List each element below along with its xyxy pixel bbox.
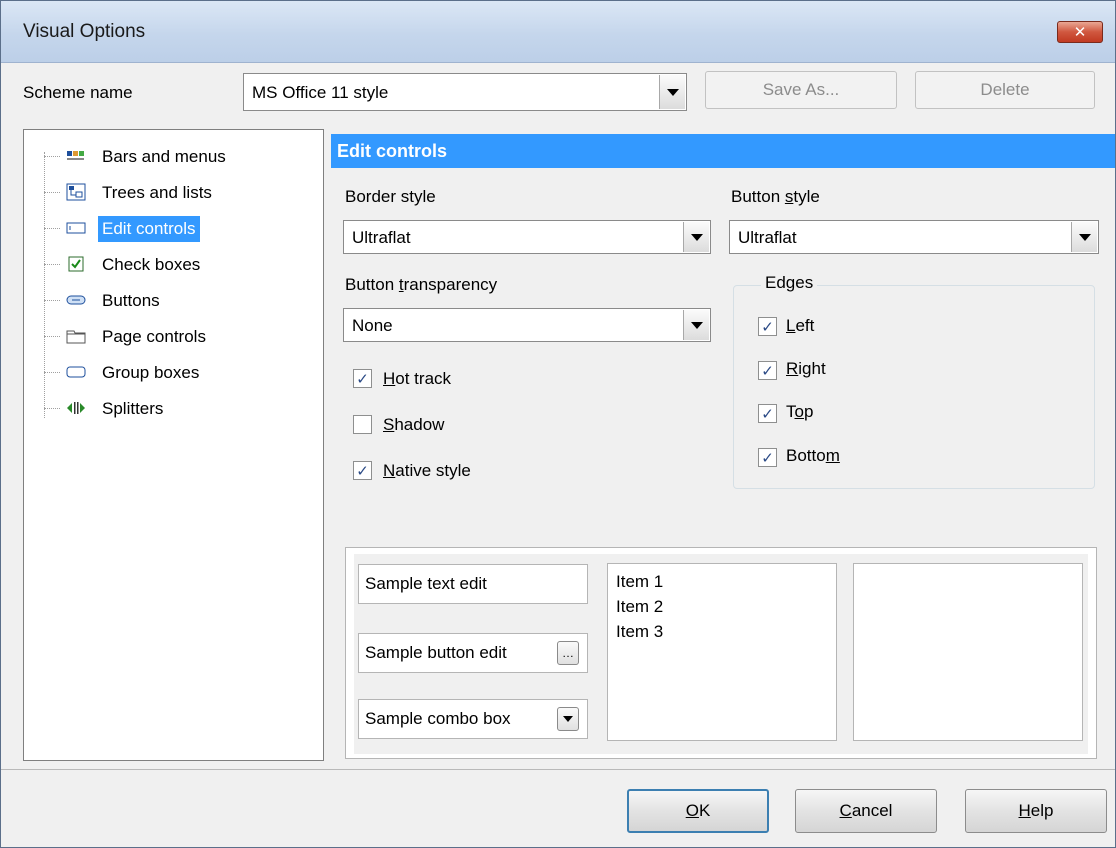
- left-edge-label: Left: [786, 316, 815, 335]
- cancel-button[interactable]: Cancel: [795, 789, 937, 833]
- trees-lists-icon: [66, 183, 86, 201]
- sample-text-edit[interactable]: Sample text edit: [358, 564, 588, 604]
- tree-item-label: Buttons: [102, 291, 160, 310]
- chevron-down-icon[interactable]: [683, 222, 709, 252]
- scheme-name-value: MS Office 11 style: [252, 83, 389, 102]
- sample-empty-box[interactable]: [853, 563, 1083, 741]
- tree-item-label: Trees and lists: [102, 183, 212, 202]
- ok-label: OK: [685, 801, 711, 820]
- visual-options-dialog: Visual Options ✕ Scheme name MS Office 1…: [0, 0, 1116, 848]
- ellipsis-icon: …: [562, 646, 574, 660]
- help-button[interactable]: Help: [965, 789, 1107, 833]
- bars-menus-icon: [66, 147, 86, 165]
- shadow-label: Shadow: [383, 415, 445, 434]
- chevron-down-icon[interactable]: [683, 310, 709, 340]
- border-style-combo[interactable]: Ultraflat: [343, 220, 711, 254]
- button-style-value: Ultraflat: [738, 228, 797, 247]
- button-transparency-label: Button transparency: [345, 275, 498, 294]
- delete-label: Delete: [980, 80, 1030, 99]
- top-edge-checkbox[interactable]: ✓: [758, 404, 777, 423]
- delete-button[interactable]: Delete: [915, 71, 1095, 109]
- sample-list-box[interactable]: Item 1 Item 2 Item 3: [607, 563, 837, 741]
- save-as-label: Save As...: [762, 80, 840, 99]
- tree-item-label: Group boxes: [102, 363, 200, 382]
- right-edge-checkbox[interactable]: ✓: [758, 361, 777, 380]
- folder-tab-icon: [66, 327, 86, 345]
- right-edge-label: Right: [786, 359, 826, 378]
- checkmark-icon: ✓: [356, 462, 369, 480]
- list-item[interactable]: Item 1: [616, 572, 663, 592]
- top-edge-label: Top: [786, 402, 814, 421]
- native-style-checkbox[interactable]: ✓: [353, 461, 372, 480]
- button-style-combo[interactable]: Ultraflat: [729, 220, 1099, 254]
- tree-item-label: Splitters: [102, 399, 164, 418]
- window-title: Visual Options: [23, 21, 146, 42]
- sample-combo-box-value: Sample combo box: [365, 709, 511, 728]
- footer-divider: [1, 769, 1115, 770]
- hot-track-checkbox[interactable]: ✓: [353, 369, 372, 388]
- splitter-icon: [66, 399, 86, 417]
- shadow-checkbox[interactable]: [353, 415, 372, 434]
- sample-button-edit-value: Sample button edit: [365, 643, 507, 662]
- category-tree[interactable]: Bars and menus Trees and lists Edit cont…: [23, 129, 324, 761]
- close-icon: ✕: [1073, 24, 1087, 41]
- save-as-button[interactable]: Save As...: [705, 71, 897, 109]
- tree-item-label: Check boxes: [102, 255, 201, 274]
- left-edge-checkbox[interactable]: ✓: [758, 317, 777, 336]
- sample-combo-box[interactable]: Sample combo box: [358, 699, 588, 739]
- scheme-name-label: Scheme name: [23, 83, 133, 102]
- ok-button[interactable]: OK: [627, 789, 769, 833]
- chevron-down-icon[interactable]: [557, 707, 579, 731]
- button-transparency-value: None: [352, 316, 393, 335]
- button-icon: [66, 291, 86, 309]
- checkbox-icon: [66, 255, 86, 273]
- edit-control-icon: [66, 219, 86, 237]
- tree-item-label: Edit controls: [98, 216, 200, 242]
- scheme-name-combo[interactable]: MS Office 11 style: [243, 73, 687, 111]
- tree-item-label: Page controls: [102, 327, 206, 346]
- bottom-edge-label: Bottom: [786, 446, 840, 465]
- edges-group-title: Edges: [761, 273, 818, 293]
- checkmark-icon: ✓: [356, 370, 369, 388]
- list-item[interactable]: Item 3: [616, 622, 663, 642]
- checkmark-icon: ✓: [761, 405, 774, 423]
- ellipsis-button[interactable]: …: [557, 641, 579, 665]
- checkmark-icon: ✓: [761, 362, 774, 380]
- group-box-icon: [66, 363, 86, 381]
- checkmark-icon: ✓: [761, 318, 774, 336]
- chevron-down-icon[interactable]: [659, 75, 685, 109]
- list-item[interactable]: Item 2: [616, 597, 663, 617]
- cancel-label: Cancel: [839, 801, 893, 820]
- border-style-value: Ultraflat: [352, 228, 411, 247]
- native-style-label: Native style: [383, 461, 471, 480]
- help-label: Help: [1018, 801, 1054, 820]
- bottom-edge-checkbox[interactable]: ✓: [758, 448, 777, 467]
- section-header: Edit controls: [331, 134, 1115, 168]
- checkmark-icon: ✓: [761, 449, 774, 467]
- title-bar[interactable]: Visual Options ✕: [1, 1, 1115, 63]
- chevron-down-icon[interactable]: [1071, 222, 1097, 252]
- tree-item-label: Bars and menus: [102, 147, 226, 166]
- sample-text-edit-value: Sample text edit: [365, 574, 487, 593]
- button-transparency-combo[interactable]: None: [343, 308, 711, 342]
- hot-track-label: Hot track: [383, 369, 452, 388]
- border-style-label: Border style: [345, 187, 436, 206]
- close-button[interactable]: ✕: [1057, 21, 1103, 43]
- sample-button-edit[interactable]: Sample button edit …: [358, 633, 588, 673]
- button-style-label: Button style: [731, 187, 820, 206]
